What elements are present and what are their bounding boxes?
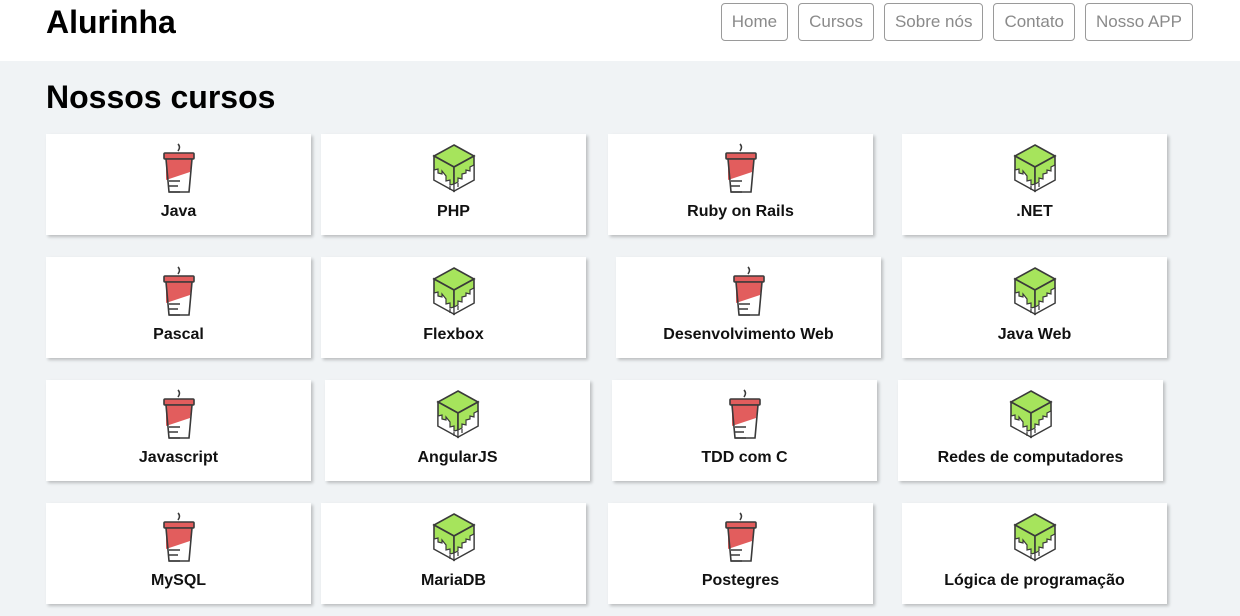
course-card[interactable]: Java Web [902,257,1167,358]
cup-icon [156,143,202,193]
course-card-label: Ruby on Rails [687,203,794,220]
cup-icon [156,512,202,562]
course-card-label: .NET [1016,203,1053,220]
cube-icon [431,143,477,193]
course-card-label: Postegres [701,572,780,589]
course-card-label: MySQL [150,572,207,589]
nav-sobre-nos-button[interactable]: Sobre nós [883,3,984,41]
site-header: Alurinha Home Cursos Sobre nós Contato N… [0,0,1240,61]
site-logo[interactable]: Alurinha [46,4,176,40]
course-card[interactable]: PHP [321,134,586,235]
cube-icon [1008,389,1054,439]
nav-contato-button[interactable]: Contato [993,3,1075,41]
cube-icon [1012,143,1058,193]
course-card-label: Redes de computadores [937,449,1124,466]
cup-icon [718,143,764,193]
cube-icon [431,266,477,316]
cup-icon [156,266,202,316]
nav-nosso-app-button[interactable]: Nosso APP [1085,3,1193,41]
course-card-label: MariaDB [421,572,486,589]
page-title: Nossos cursos [46,79,276,115]
main-nav: Home Cursos Sobre nós Contato Nosso APP [711,3,1193,41]
course-card[interactable]: Desenvolvimento Web [616,257,881,358]
cup-icon [722,389,768,439]
cup-icon [156,389,202,439]
course-card-label: Java [160,203,197,220]
course-card-label: Lógica de programação [944,572,1125,589]
course-card[interactable]: TDD com C [612,380,877,481]
course-card-label: Java Web [997,326,1072,343]
cube-icon [1012,266,1058,316]
course-card-label: Flexbox [423,326,484,343]
course-card[interactable]: Ruby on Rails [608,134,873,235]
course-card[interactable]: Lógica de programação [902,503,1167,604]
course-card-label: TDD com C [701,449,788,466]
course-card[interactable]: Postegres [608,503,873,604]
course-card[interactable]: Java [46,134,311,235]
course-card-label: Desenvolvimento Web [663,326,834,343]
cube-icon [431,512,477,562]
course-card[interactable]: MariaDB [321,503,586,604]
course-card[interactable]: MySQL [46,503,311,604]
cup-icon [726,266,772,316]
course-card[interactable]: Pascal [46,257,311,358]
cube-icon [435,389,481,439]
course-card-label: Pascal [153,326,204,343]
course-card[interactable]: Javascript [46,380,311,481]
course-card[interactable]: Redes de computadores [898,380,1163,481]
course-card[interactable]: .NET [902,134,1167,235]
course-card[interactable]: AngularJS [325,380,590,481]
course-card-label: Javascript [138,449,219,466]
course-card-label: AngularJS [417,449,498,466]
nav-cursos-button[interactable]: Cursos [798,3,874,41]
cube-icon [1012,512,1058,562]
cup-icon [718,512,764,562]
course-card-label: PHP [437,203,470,220]
course-card[interactable]: Flexbox [321,257,586,358]
nav-home-button[interactable]: Home [720,3,789,41]
